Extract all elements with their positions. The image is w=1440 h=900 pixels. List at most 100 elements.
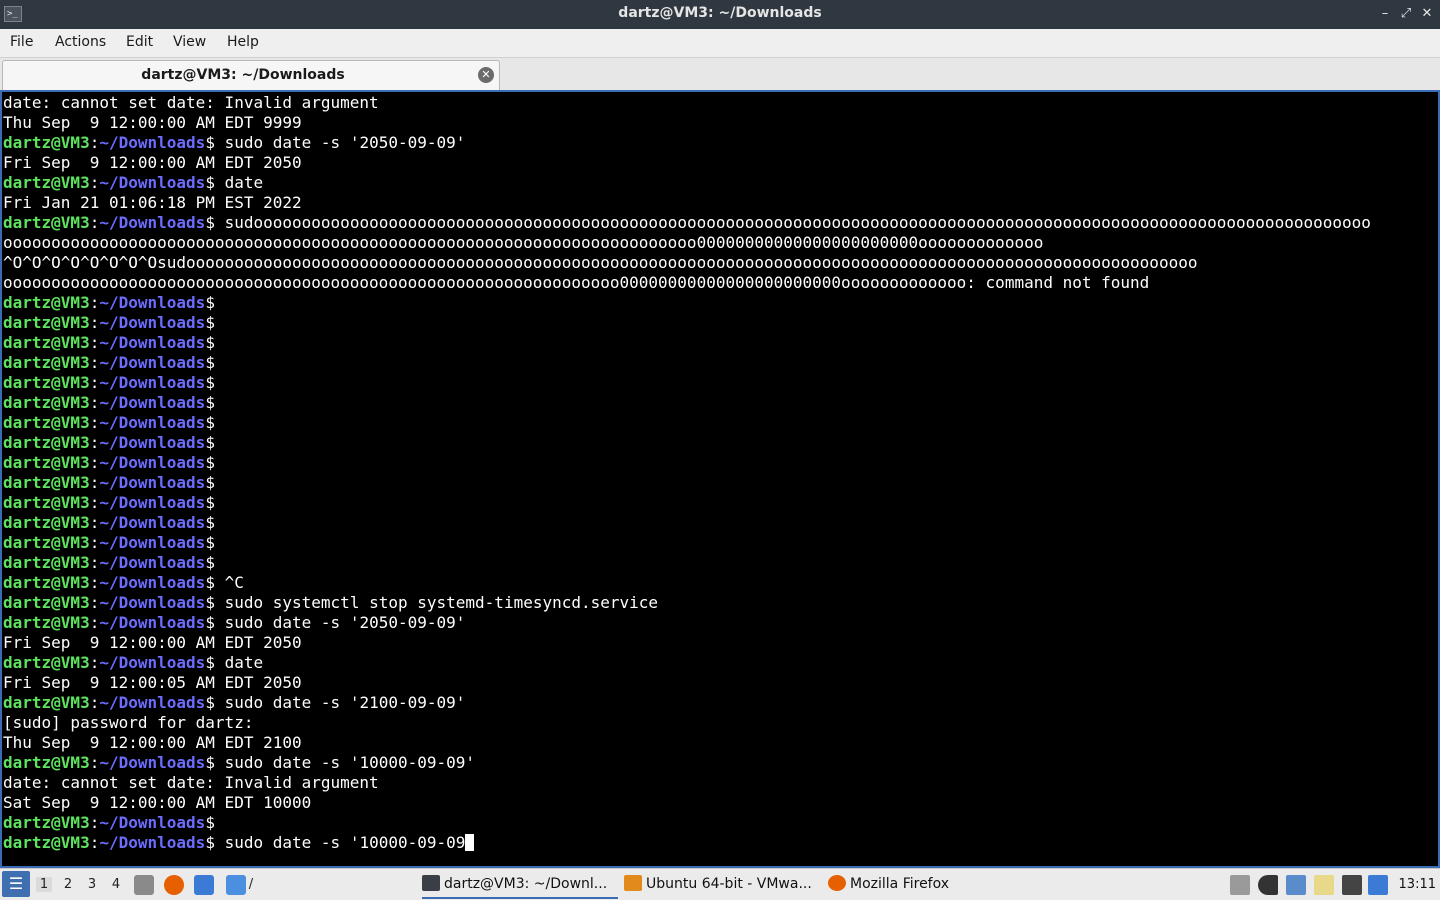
file-manager-icon[interactable]	[134, 875, 154, 895]
workspace-3[interactable]: 3	[84, 877, 100, 892]
window-titlebar[interactable]: >_ dartz@VM3: ~/Downloads – ⤢ ✕	[0, 0, 1440, 29]
prompt-separator: :	[89, 693, 100, 712]
desktop-icon[interactable]	[194, 875, 214, 895]
prompt-separator: :	[89, 433, 100, 452]
prompt-separator: :	[89, 473, 100, 492]
terminal-prompt-line: dartz@VM3:~/Downloads$ sudo date -s '100…	[3, 753, 1438, 773]
keyboard-layout-icon[interactable]	[1230, 875, 1250, 895]
firefox-icon	[828, 875, 846, 891]
prompt-dollar: $	[205, 293, 215, 312]
command-text: sudo date -s '2100-09-09'	[214, 693, 466, 712]
output-text: ^O^O^O^O^O^O^O^Osudooooooooooooooooooooo…	[3, 253, 1198, 272]
task-terminal-label: dartz@VM3: ~/Downl...	[444, 876, 608, 892]
prompt-dollar: $	[205, 313, 215, 332]
terminal-prompt-line: dartz@VM3:~/Downloads$	[3, 373, 1438, 393]
menu-file[interactable]: File	[10, 34, 33, 50]
text-cursor	[465, 834, 475, 851]
prompt-separator: :	[89, 833, 100, 852]
prompt-path: ~/Downloads	[99, 473, 206, 492]
menu-view[interactable]: View	[173, 34, 206, 50]
prompt-path: ~/Downloads	[99, 353, 206, 372]
tab-close-icon[interactable]: ✕	[478, 67, 494, 83]
task-vmware[interactable]: Ubuntu 64-bit - VMwa...	[624, 870, 820, 899]
menu-edit[interactable]: Edit	[126, 34, 153, 50]
terminal-prompt-line: dartz@VM3:~/Downloads$ date	[3, 173, 1438, 193]
prompt-user: dartz@VM3	[3, 593, 90, 612]
minimize-button[interactable]: –	[1376, 5, 1394, 23]
prompt-user: dartz@VM3	[3, 353, 90, 372]
update-icon[interactable]	[1368, 875, 1388, 895]
prompt-user: dartz@VM3	[3, 653, 90, 672]
start-menu-icon[interactable]: ☰	[2, 871, 30, 897]
menu-bar: File Actions Edit View Help	[0, 29, 1440, 58]
workspace-1[interactable]: 1	[36, 877, 52, 892]
prompt-path: ~/Downloads	[99, 693, 206, 712]
prompt-user: dartz@VM3	[3, 493, 90, 512]
prompt-user: dartz@VM3	[3, 173, 90, 192]
terminal-output-line: oooooooooooooooooooooooooooooooooooooooo…	[3, 273, 1438, 293]
workspace-2[interactable]: 2	[60, 877, 76, 892]
display-icon[interactable]	[1342, 875, 1362, 895]
terminal-lines: date: cannot set date: Invalid argument T…	[3, 93, 1438, 853]
terminal-icon	[422, 875, 440, 891]
terminal-output-line: Fri Sep 9 12:00:00 AM EDT 2050	[3, 153, 1438, 173]
window-title: dartz@VM3: ~/Downloads	[618, 5, 822, 21]
prompt-user: dartz@VM3	[3, 813, 90, 832]
terminal-prompt-line: dartz@VM3:~/Downloads$	[3, 293, 1438, 313]
terminal-prompt-line: dartz@VM3:~/Downloads$	[3, 413, 1438, 433]
prompt-user: dartz@VM3	[3, 393, 90, 412]
prompt-path: ~/Downloads	[99, 333, 206, 352]
restore-button[interactable]: ⤢	[1397, 5, 1415, 23]
volume-icon[interactable]	[1258, 875, 1278, 895]
terminal-prompt-line: dartz@VM3:~/Downloads$	[3, 313, 1438, 333]
prompt-dollar: $	[205, 693, 215, 712]
network-icon[interactable]	[1286, 875, 1306, 895]
terminal-prompt-line: dartz@VM3:~/Downloads$	[3, 813, 1438, 833]
prompt-path: ~/Downloads	[99, 453, 206, 472]
task-firefox-label: Mozilla Firefox	[850, 876, 950, 892]
prompt-dollar: $	[205, 533, 215, 552]
clipboard-icon[interactable]	[1314, 875, 1334, 895]
terminal-output-line: Fri Jan 21 01:06:18 PM EST 2022	[3, 193, 1438, 213]
prompt-separator: :	[89, 213, 100, 232]
output-text: Sat Sep 9 12:00:00 AM EDT 10000	[3, 793, 312, 812]
prompt-user: dartz@VM3	[3, 133, 90, 152]
output-text: oooooooooooooooooooooooooooooooooooooooo…	[3, 273, 1150, 292]
terminal-prompt-line: dartz@VM3:~/Downloads$ ^C	[3, 573, 1438, 593]
workspace-4[interactable]: 4	[108, 877, 124, 892]
prompt-separator: :	[89, 513, 100, 532]
prompt-path: ~/Downloads	[99, 493, 206, 512]
prompt-separator: :	[89, 813, 100, 832]
terminal-tab[interactable]: dartz@VM3: ~/Downloads ✕	[2, 60, 500, 90]
prompt-separator: :	[89, 653, 100, 672]
menu-actions[interactable]: Actions	[55, 34, 106, 50]
clock[interactable]: 13:11	[1399, 877, 1436, 892]
task-terminal[interactable]: dartz@VM3: ~/Downl...	[422, 870, 618, 899]
prompt-user: dartz@VM3	[3, 373, 90, 392]
command-text: sudo date -s '10000-09-09'	[214, 753, 476, 772]
prompt-path: ~/Downloads	[99, 173, 206, 192]
prompt-user: dartz@VM3	[3, 473, 90, 492]
command-text: sudo date -s '2050-09-09'	[214, 133, 466, 152]
prompt-dollar: $	[205, 333, 215, 352]
folder-icon[interactable]	[226, 875, 246, 895]
task-firefox[interactable]: Mozilla Firefox	[828, 870, 988, 899]
terminal-prompt-line: dartz@VM3:~/Downloads$	[3, 433, 1438, 453]
prompt-path: ~/Downloads	[99, 213, 206, 232]
terminal-prompt-line: dartz@VM3:~/Downloads$ sudo systemctl st…	[3, 593, 1438, 613]
terminal-output[interactable]: date: cannot set date: Invalid argument T…	[0, 90, 1440, 868]
firefox-icon[interactable]	[164, 875, 184, 895]
prompt-separator: :	[89, 333, 100, 352]
prompt-separator: :	[89, 173, 100, 192]
prompt-separator: :	[89, 453, 100, 472]
terminal-prompt-line: dartz@VM3:~/Downloads$	[3, 333, 1438, 353]
prompt-path: ~/Downloads	[99, 413, 206, 432]
prompt-dollar: $	[205, 173, 215, 192]
terminal-prompt-line: dartz@VM3:~/Downloads$	[3, 533, 1438, 553]
menu-help[interactable]: Help	[227, 34, 259, 50]
output-text: Fri Sep 9 12:00:00 AM EDT 2050	[3, 633, 302, 652]
prompt-dollar: $	[205, 353, 215, 372]
close-button[interactable]: ✕	[1418, 5, 1436, 23]
prompt-separator: :	[89, 393, 100, 412]
prompt-path: ~/Downloads	[99, 533, 206, 552]
